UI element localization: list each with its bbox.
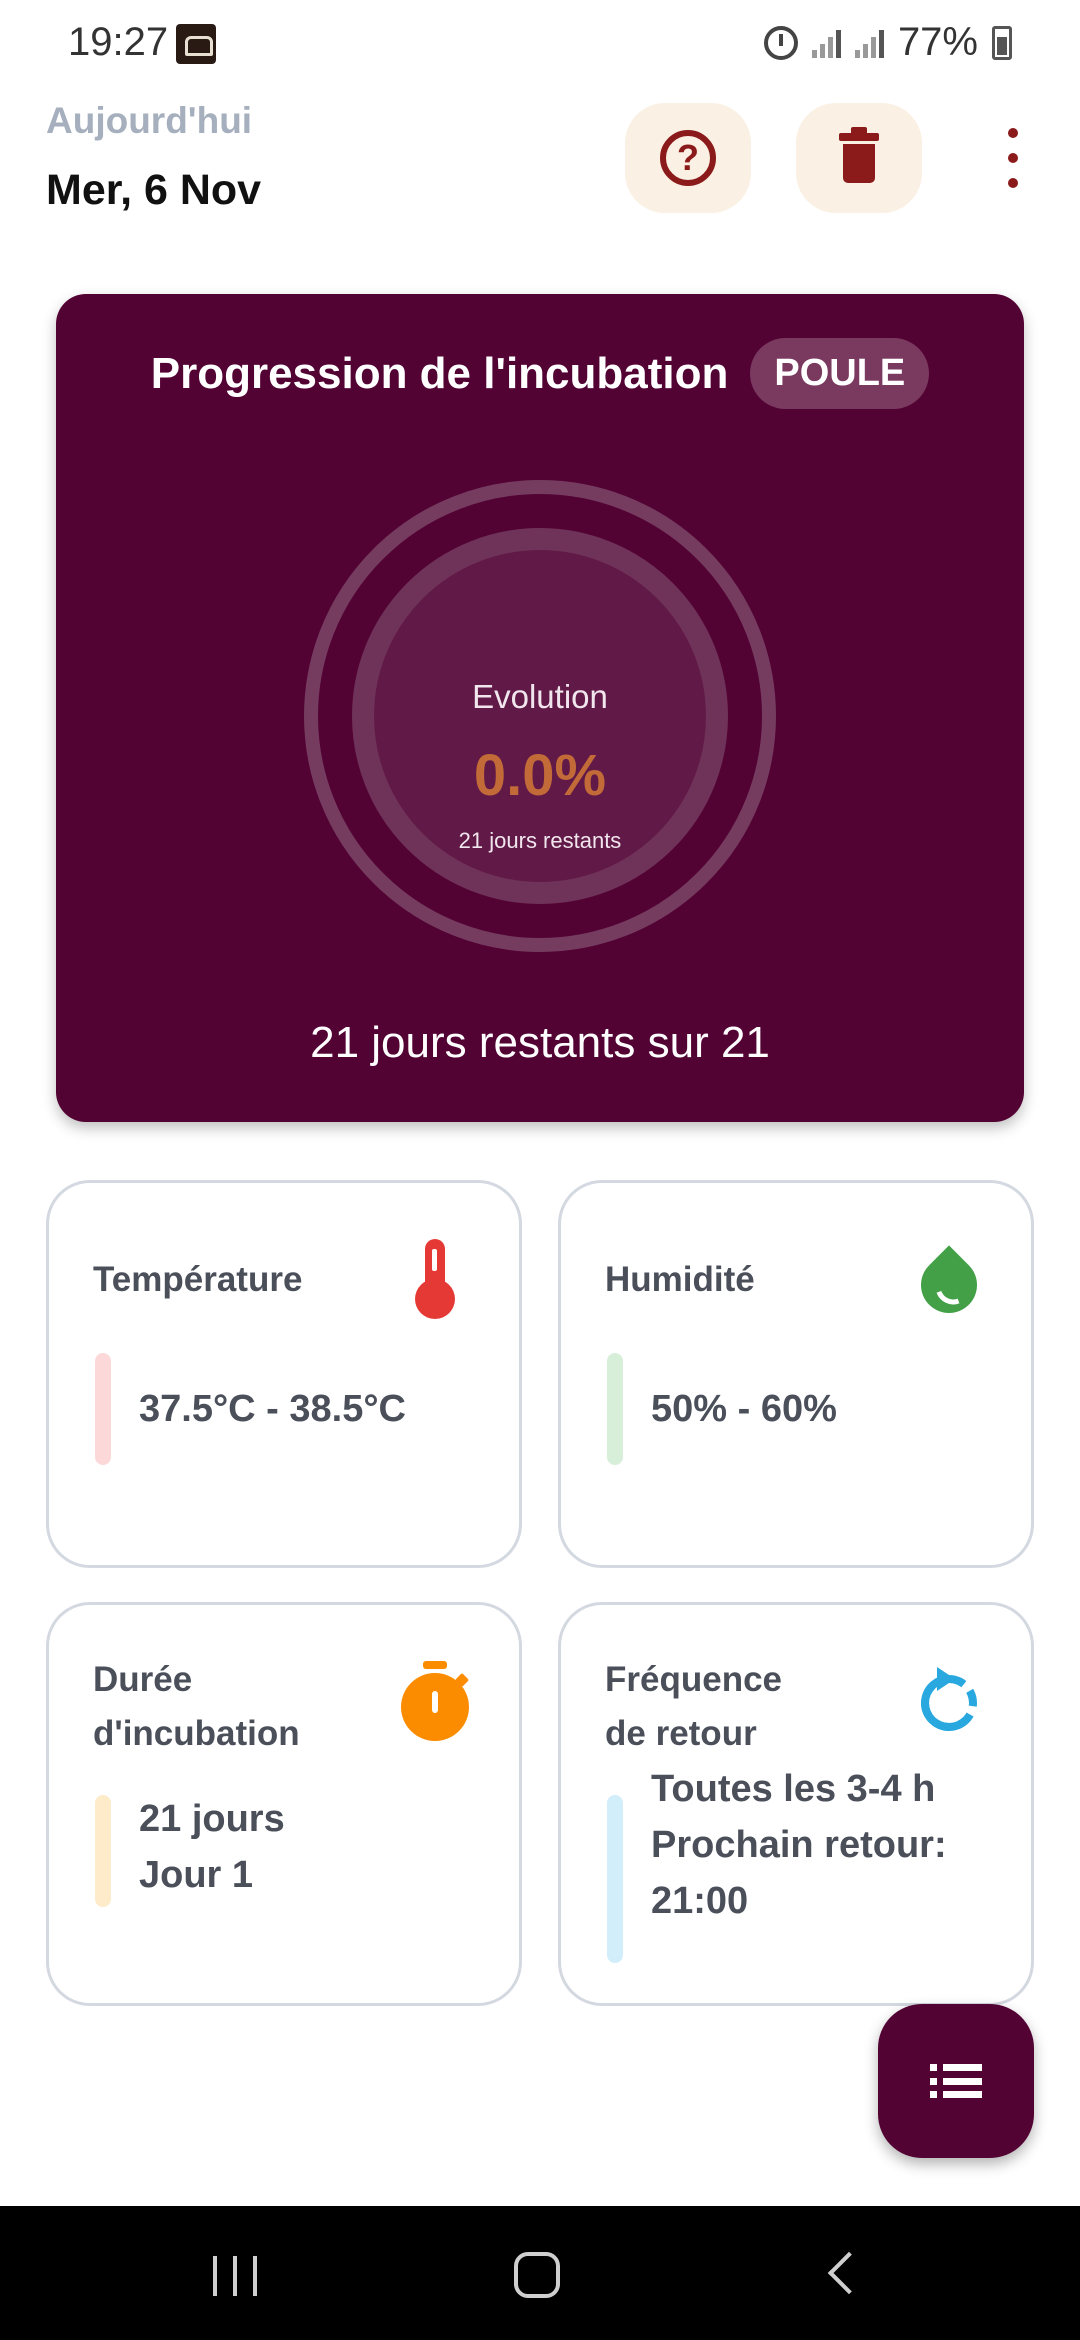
species-badge: POULE (750, 338, 930, 409)
humidity-title: Humidité (605, 1260, 755, 1299)
header-subtitle: Aujourd'hui (46, 100, 253, 141)
humidity-card[interactable]: Humidité 50% - 60% (558, 1180, 1034, 1568)
duration-title: Durée d'incubation (93, 1653, 300, 1761)
progress-title: Progression de l'incubation (150, 348, 729, 398)
delete-button[interactable] (796, 103, 922, 213)
frequency-value-line3: 21:00 (651, 1880, 749, 1922)
trash-icon (839, 127, 879, 183)
status-icons: 77% (763, 20, 1012, 65)
status-bar: 19:27 77% (0, 0, 1080, 90)
progress-remaining-short: 21 jours restants (458, 828, 622, 853)
frequency-accent-bar (607, 1795, 623, 1963)
progress-title-row: Progression de l'incubation POULE (56, 338, 1024, 409)
more-options-button[interactable] (995, 128, 1031, 188)
duration-value: 21 jours Jour 1 (139, 1791, 285, 1903)
frequency-value-line2: Prochain retour: (651, 1824, 947, 1866)
progress-footer: 21 jours restants sur 21 (310, 1018, 770, 1067)
progress-ring-label: Evolution (472, 678, 608, 715)
temperature-value: 37.5°C - 38.5°C (139, 1388, 406, 1430)
header-date: Mer, 6 Nov (46, 166, 262, 214)
turning-frequency-card[interactable]: Fréquence de retour Toutes les 3-4 h Pro… (558, 1602, 1034, 2006)
humidity-value: 50% - 60% (651, 1388, 837, 1430)
timer-icon (399, 1661, 471, 1745)
system-nav-bar (0, 2206, 1080, 2340)
help-circle-icon: ? (660, 130, 716, 186)
duration-title-line1: Durée (93, 1660, 193, 1699)
duration-value-line1: 21 jours (139, 1798, 285, 1840)
alarm-icon (763, 25, 798, 60)
signal-icon (854, 28, 884, 58)
temperature-card[interactable]: Température 37.5°C - 38.5°C (46, 1180, 522, 1568)
list-icon (930, 2064, 982, 2098)
temperature-accent-bar (95, 1353, 111, 1465)
status-time: 19:27 (68, 20, 169, 64)
frequency-title: Fréquence de retour (605, 1653, 782, 1761)
water-drop-icon (909, 1239, 989, 1325)
battery-icon (992, 25, 1012, 60)
recent-apps-icon[interactable] (213, 2256, 257, 2296)
more-vertical-icon (1008, 128, 1018, 138)
temperature-title: Température (93, 1260, 303, 1299)
home-icon[interactable] (514, 2252, 560, 2298)
frequency-title-line1: Fréquence (605, 1660, 782, 1699)
incubation-progress-card: Progression de l'incubation POULE Evolut… (56, 294, 1024, 1122)
refresh-icon (917, 1667, 981, 1731)
back-icon[interactable] (827, 2251, 871, 2295)
app-notification-icon (176, 24, 216, 64)
progress-percent: 0.0% (473, 743, 607, 808)
help-button[interactable]: ? (625, 103, 751, 213)
duration-value-line2: Jour 1 (139, 1854, 254, 1896)
frequency-value: Toutes les 3-4 h Prochain retour: 21:00 (651, 1761, 947, 1929)
thermometer-icon (413, 1239, 457, 1319)
list-fab-button[interactable] (878, 2004, 1034, 2158)
battery-percent: 77% (897, 20, 978, 64)
duration-card[interactable]: Durée d'incubation 21 jours Jour 1 (46, 1602, 522, 2006)
frequency-value-line1: Toutes les 3-4 h (651, 1768, 936, 1810)
frequency-title-line2: de retour (605, 1714, 757, 1753)
duration-title-line2: d'incubation (93, 1714, 300, 1753)
signal-icon (811, 28, 841, 58)
humidity-accent-bar (607, 1353, 623, 1465)
duration-accent-bar (95, 1795, 111, 1907)
